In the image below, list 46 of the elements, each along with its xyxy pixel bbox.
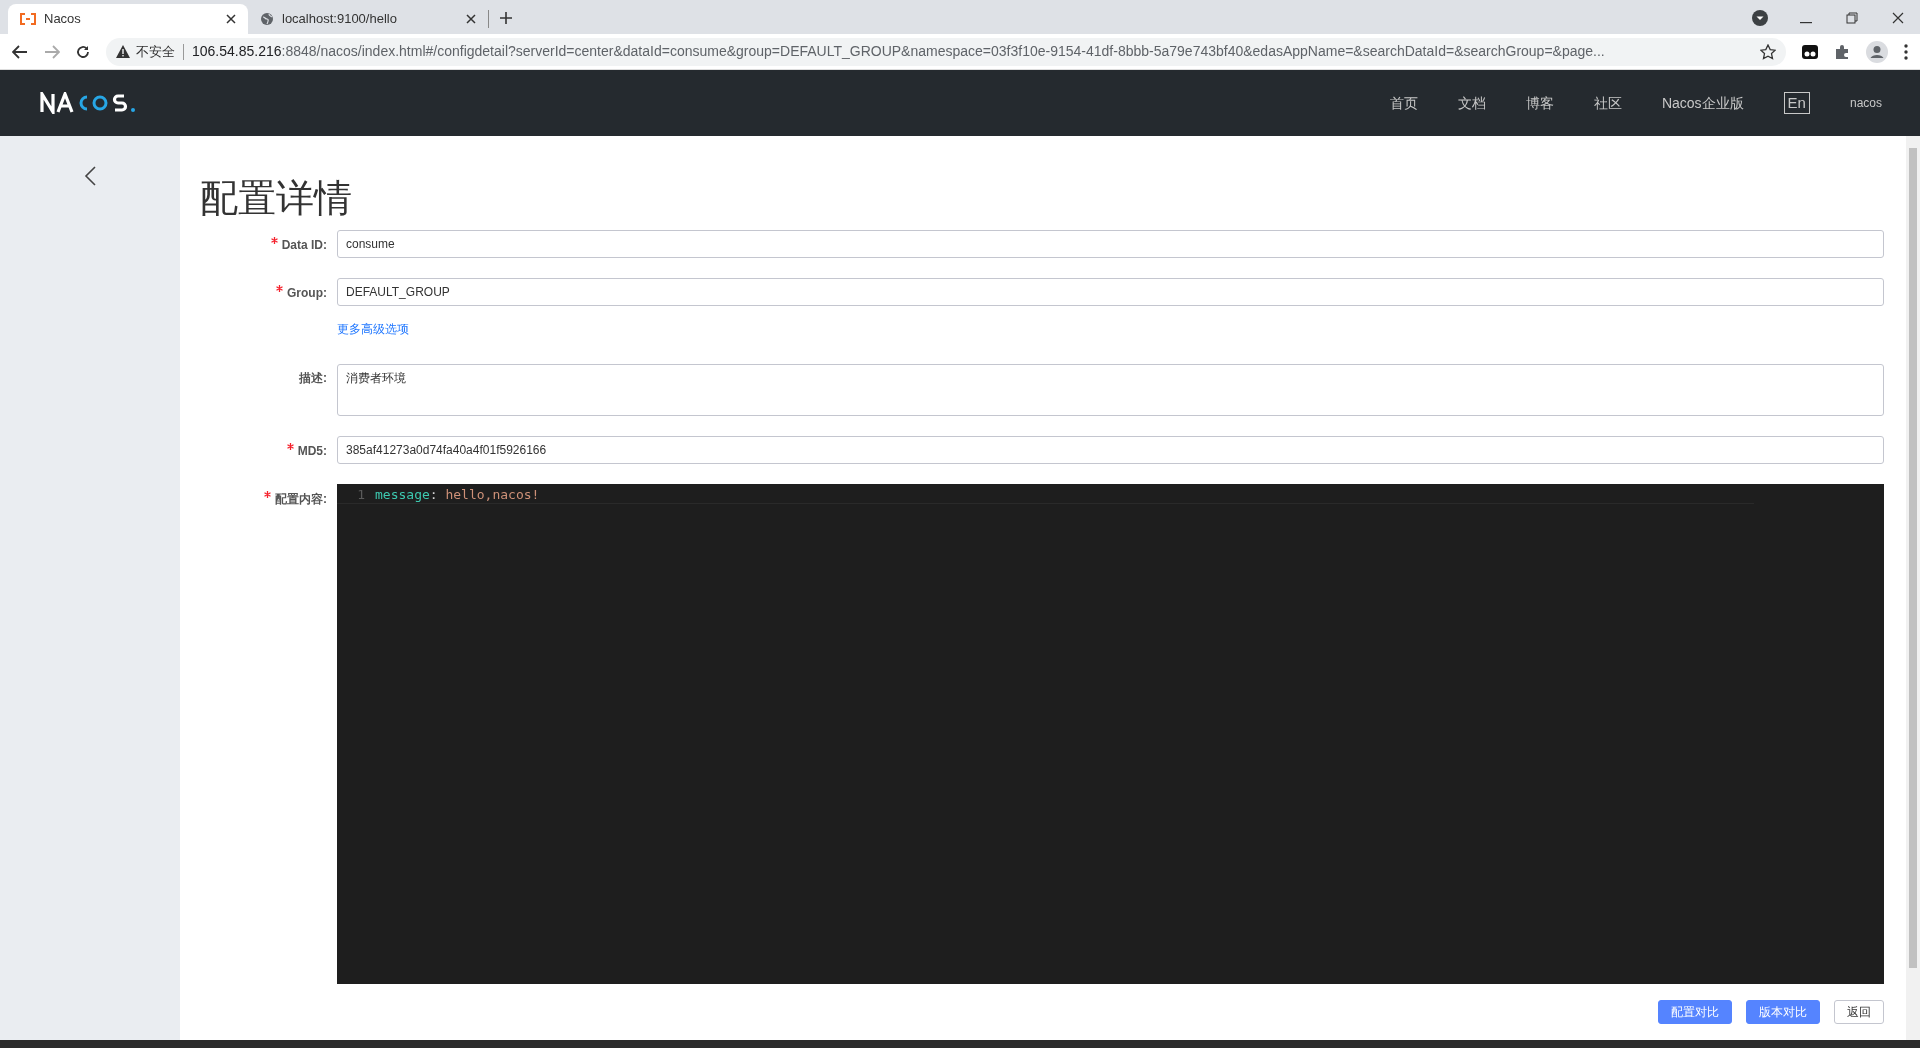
input-field[interactable]: DEFAULT_GROUP: [337, 278, 1884, 306]
advanced-options-link[interactable]: 更多高级选项: [337, 320, 409, 338]
field-label: MD5:: [297, 444, 327, 458]
menu-icon[interactable]: [1904, 43, 1908, 60]
nav-link[interactable]: 社区: [1593, 92, 1622, 114]
field-label: Group:: [287, 286, 327, 300]
star-icon[interactable]: [1760, 43, 1776, 60]
tab-search-icon[interactable]: [1752, 10, 1768, 26]
nav-link[interactable]: 文档: [1457, 92, 1486, 114]
minimize-icon[interactable]: [1800, 22, 1812, 24]
action-button[interactable]: 返回: [1834, 1000, 1884, 1024]
nacos-favicon-icon: [20, 13, 36, 25]
language-button[interactable]: En: [1783, 92, 1810, 114]
puzzle-icon[interactable]: [1834, 43, 1850, 60]
input-field[interactable]: consume: [337, 230, 1884, 258]
globe-icon: [260, 12, 274, 26]
code-editor[interactable]: 1 message: hello,nacos!: [337, 484, 1884, 984]
tab-title: Nacos: [44, 10, 82, 29]
scrollbar-thumb[interactable]: [1909, 148, 1917, 968]
browser-tab[interactable]: Nacos: [8, 4, 248, 34]
warning-icon: [116, 45, 130, 58]
description-field[interactable]: 消费者环境: [337, 364, 1884, 416]
extension-icon[interactable]: [1802, 44, 1818, 59]
back-icon[interactable]: [12, 44, 28, 59]
close-icon[interactable]: [226, 14, 236, 24]
security-label: 不安全: [136, 42, 175, 61]
code-line: message: hello,nacos!: [375, 485, 540, 504]
field-label: 配置内容:: [275, 492, 327, 506]
address-bar[interactable]: 不安全 106.54.85.216:8848/nacos/index.html#/configdetail?serverId=center&dataId=consume&group=DEFAULT_GROUP&namespace=03f3f10e-9154-41df-8bbb-5a79e743bf40&edasAppName=&searchDataId=&searchGroup=&page...: [106, 37, 1786, 66]
close-window-icon[interactable]: [1892, 12, 1904, 24]
nav-link[interactable]: 博客: [1525, 92, 1554, 114]
user-name: nacos: [1849, 95, 1882, 112]
reload-icon[interactable]: [76, 44, 90, 59]
tab-title: localhost:9100/hello: [282, 10, 398, 29]
input-field[interactable]: 385af41273a0d74fa40a4f01f5926166: [337, 436, 1884, 464]
nav-link[interactable]: 首页: [1389, 92, 1418, 114]
profile-icon[interactable]: [1866, 40, 1888, 63]
nav-link[interactable]: Nacos企业版: [1661, 92, 1744, 114]
page-title: 配置详情: [200, 176, 353, 221]
close-icon[interactable]: [466, 14, 476, 24]
url-text: 106.54.85.216:8848/nacos/index.html#/configdetail?serverId=center&dataId=consume&group=DEFAULT_GROUP&namespace=03f3f10e-9154-41df-8bbb-5a79e743bf40&edasAppName=&searchDataId=&searchGroup=&page...: [192, 42, 1606, 61]
field-label: 描述:: [299, 371, 327, 385]
field-label: Data ID:: [281, 238, 327, 252]
restore-icon[interactable]: [1846, 12, 1858, 24]
line-number: 1: [356, 485, 366, 504]
new-tab-icon[interactable]: [499, 11, 513, 25]
